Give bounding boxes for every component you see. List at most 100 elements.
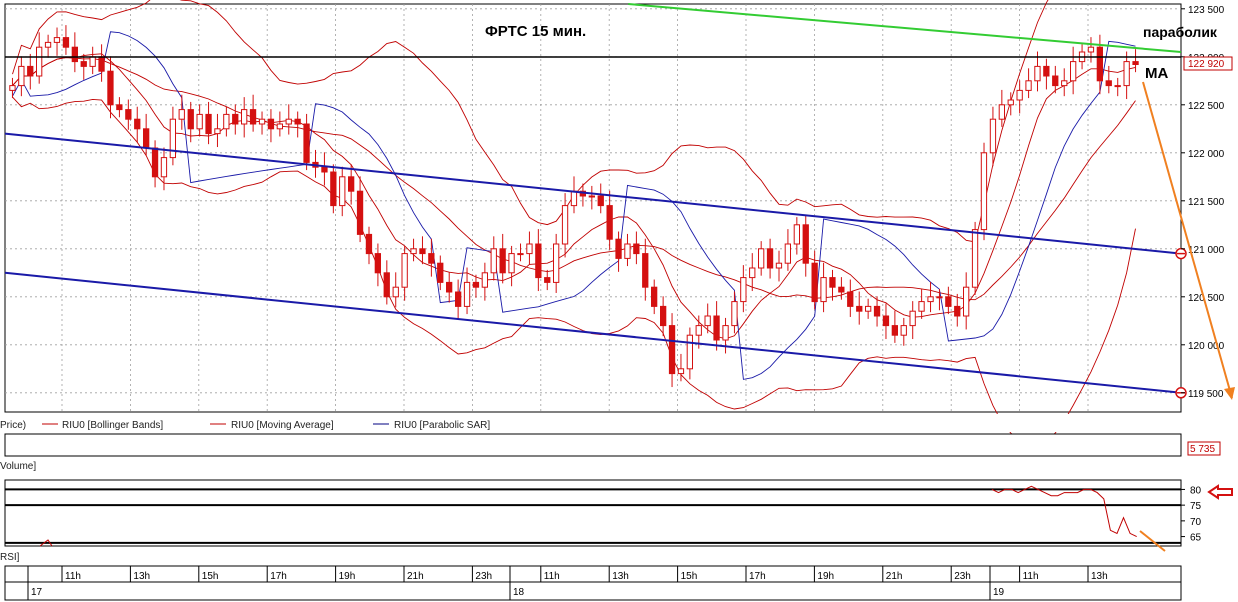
candle-body: [490, 248, 497, 274]
candle-body: [276, 123, 284, 130]
hour-label: 13h: [133, 571, 150, 582]
candle-body: [339, 176, 346, 207]
candle-body: [267, 118, 275, 130]
candle-body: [116, 104, 123, 111]
candle-body: [196, 113, 203, 130]
candle-body: [241, 109, 248, 125]
candle-body: [481, 272, 489, 288]
hour-label: 15h: [681, 571, 698, 582]
candle-body: [53, 37, 61, 43]
candle-body: [401, 253, 408, 288]
candle-body: [570, 190, 578, 207]
candle-body: [561, 205, 569, 245]
candle-body: [348, 176, 355, 192]
candle-body: [356, 190, 364, 235]
candle-body: [1052, 75, 1059, 87]
candle-body: [446, 281, 453, 293]
candle-body: [526, 243, 533, 255]
hour-label: 11h: [1023, 571, 1039, 582]
hour-label: 13h: [1091, 571, 1108, 582]
candle-body: [437, 262, 444, 283]
candle-body: [223, 113, 230, 130]
price-tick-label: 122 500: [1188, 101, 1225, 112]
candle-body: [713, 315, 720, 341]
candle-body: [62, 37, 70, 48]
candle-body: [829, 277, 836, 288]
candle-body: [642, 253, 649, 288]
day-label: 19: [993, 587, 1005, 598]
candle-body: [651, 286, 658, 307]
candle-body: [856, 305, 863, 312]
candle-body: [428, 253, 435, 264]
candle-body: [294, 118, 301, 125]
candle-body: [455, 291, 462, 307]
candle-body: [178, 109, 185, 120]
candle-body: [936, 296, 943, 299]
candle-body: [722, 325, 729, 341]
candle-body: [588, 195, 596, 198]
price-tick-label: 121 500: [1188, 197, 1225, 208]
price-panel: ФРТС 15 мин. параболик MA: [4, 0, 1218, 445]
ma-annotation: MA: [1145, 65, 1168, 82]
rsi-tick-label: 80: [1190, 485, 1202, 496]
legend-moving-average: RIU0 [Moving Average]: [231, 420, 334, 431]
candle-body: [1025, 80, 1032, 91]
volume-label: Volume]: [0, 461, 36, 472]
rsi-label: RSI]: [0, 552, 20, 563]
candle-body: [125, 109, 132, 120]
price-tick-label: 121 000: [1188, 245, 1225, 256]
candle-body: [766, 248, 774, 269]
candle-body: [160, 157, 168, 178]
candle-body: [838, 286, 845, 293]
candle-body: [463, 281, 471, 307]
candle-body: [1105, 80, 1112, 87]
candle-body: [365, 233, 373, 255]
candle-body: [793, 224, 801, 245]
candle-body: [606, 205, 613, 240]
candle-body: [27, 65, 34, 77]
candle-body: [945, 296, 952, 307]
candle-body: [873, 305, 881, 317]
candle-body: [98, 56, 105, 72]
candle-body: [517, 253, 524, 256]
candle-body: [508, 253, 515, 274]
candle-body: [668, 325, 676, 375]
candle-body: [802, 224, 809, 264]
candle-body: [1061, 80, 1068, 87]
candle-body: [686, 334, 694, 370]
price-tick-label: 123 500: [1188, 5, 1225, 16]
price-tick-label: 122 000: [1188, 149, 1225, 160]
rsi-tick-label: 75: [1190, 501, 1202, 512]
candle-body: [954, 305, 961, 317]
hour-label: 21h: [886, 571, 903, 582]
candle-body: [303, 123, 310, 163]
legend: Price) RIU0 [Bollinger Bands] RIU0 [Movi…: [0, 414, 1181, 432]
candle-body: [989, 118, 997, 154]
candle-body: [419, 248, 426, 255]
candle-body: [918, 301, 925, 312]
candle-body: [9, 85, 16, 91]
candle-body: [258, 118, 266, 125]
rsi-tick-label: 70: [1190, 517, 1202, 528]
candle-body: [882, 315, 890, 327]
candle-body: [499, 248, 506, 274]
candle-body: [615, 238, 622, 259]
candle-body: [784, 243, 792, 264]
current-price-tag: 122 920: [1183, 56, 1233, 71]
candle-body: [134, 118, 141, 130]
candle-body: [677, 368, 685, 375]
day-label: 18: [513, 587, 525, 598]
parabolic-annotation: параболик: [1143, 24, 1218, 40]
day-label: 17: [31, 587, 43, 598]
candle-body: [18, 65, 25, 87]
candle-body: [624, 243, 631, 259]
hour-label: 15h: [202, 571, 219, 582]
candle-body: [71, 46, 78, 63]
chart-root: ФРТС 15 мин. параболик MA 123 500123 000…: [0, 0, 1238, 602]
time-axis: 11h 13h 15h 17h 19h 21h 23h 11h 13h 15h 17h 19h 21h 2…: [4, 565, 1182, 601]
candle-body: [36, 46, 43, 77]
candle-body: [472, 281, 480, 288]
hour-label: 17h: [749, 571, 766, 582]
candle-body: [553, 243, 560, 283]
candle-body: [900, 325, 907, 336]
